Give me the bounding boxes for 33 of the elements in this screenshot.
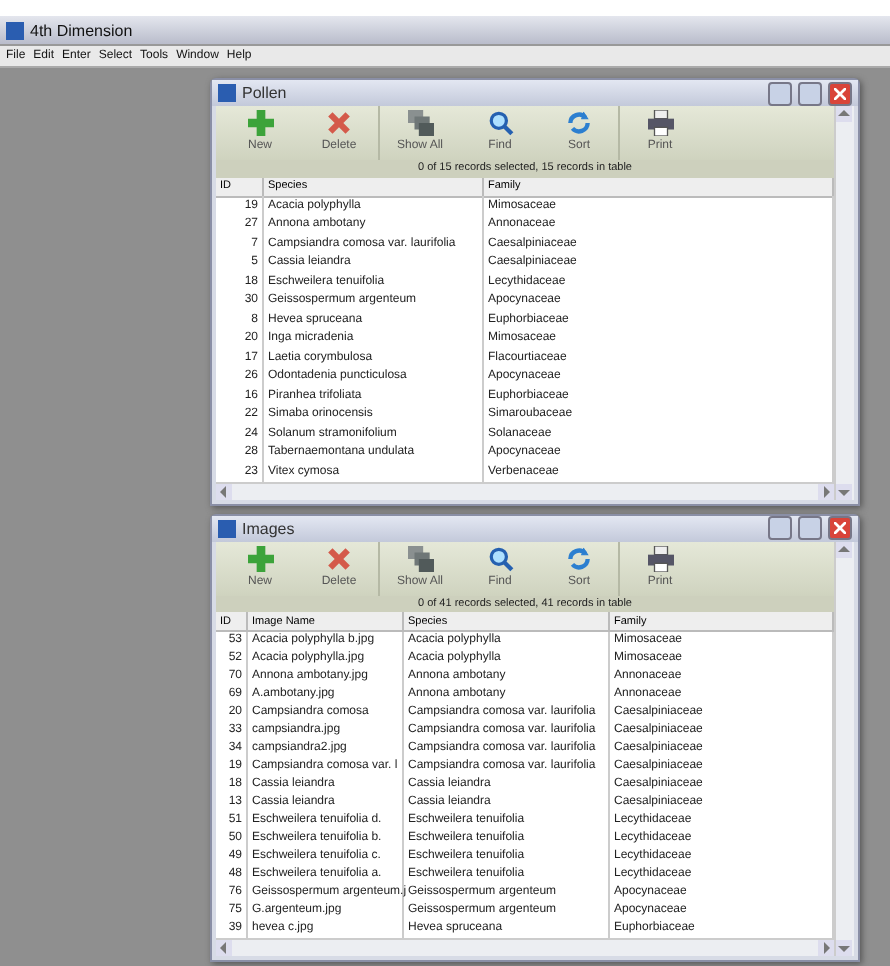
maximize-button[interactable]: [798, 81, 822, 105]
minimize-button[interactable]: [768, 516, 792, 540]
printer-icon: [647, 545, 673, 571]
maximize-button[interactable]: [798, 516, 822, 540]
arrow-icon[interactable]: [216, 483, 232, 499]
close-button[interactable]: [828, 81, 852, 105]
arrow-icon[interactable]: [818, 483, 834, 499]
arrow-icon[interactable]: [836, 106, 852, 122]
arrow-icon[interactable]: [216, 939, 232, 955]
minimize-button[interactable]: [768, 81, 792, 105]
close-icon: [834, 522, 846, 534]
refresh-icon: [566, 545, 592, 571]
close-icon: [834, 87, 846, 99]
arrow-icon[interactable]: [818, 939, 834, 955]
x-icon: [326, 545, 352, 571]
app-logo-icon: [6, 21, 24, 39]
app-logo-icon: [218, 519, 236, 537]
plus-icon: [247, 545, 273, 571]
app-title: 4th Dimension: [30, 21, 133, 39]
records-icon: [407, 110, 433, 136]
records-icon: [407, 545, 433, 571]
search-icon: [487, 545, 513, 571]
search-icon: [487, 110, 513, 136]
x-icon: [326, 110, 352, 136]
window-title: Pollen: [242, 84, 289, 102]
app-logo-icon: [218, 84, 236, 102]
close-button[interactable]: [828, 516, 852, 540]
plus-icon: [247, 110, 273, 136]
arrow-icon[interactable]: [836, 939, 852, 955]
window-title: Images: [242, 519, 297, 537]
printer-icon: [647, 110, 673, 136]
arrow-icon[interactable]: [836, 483, 852, 499]
refresh-icon: [566, 110, 592, 136]
